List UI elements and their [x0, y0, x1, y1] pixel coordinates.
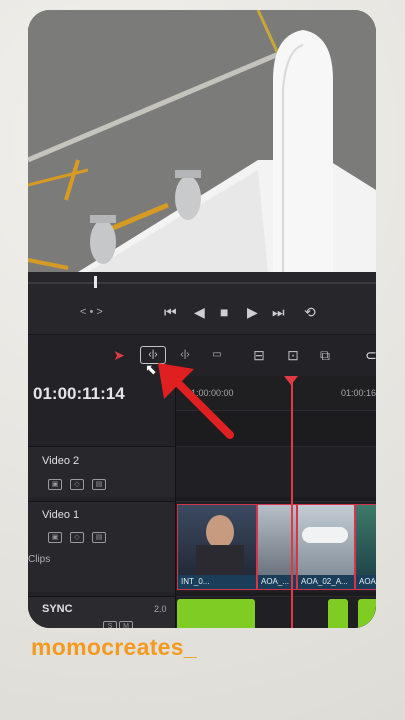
playhead-line[interactable]	[291, 376, 293, 628]
video-clip[interactable]: AOA_02_A...	[297, 504, 355, 590]
track-name: SYNC	[42, 603, 73, 615]
stop-icon[interactable]: ■	[220, 304, 228, 320]
auto-select-icon[interactable]: ◇	[70, 479, 84, 490]
audio-clip[interactable]	[328, 599, 348, 628]
airplane-preview-image	[28, 10, 376, 272]
film-icon[interactable]: ▤	[92, 479, 106, 490]
insert-clip-icon[interactable]: ⊟	[248, 345, 270, 365]
track-subtitle: Clips	[28, 554, 51, 565]
audio-clip[interactable]	[177, 599, 255, 628]
lock-icon[interactable]: ▣	[48, 532, 62, 543]
auto-select-icon[interactable]: ◇	[70, 532, 84, 543]
track-header-video2[interactable]: Video 2 ▣ ◇ ▤	[28, 446, 175, 497]
audio-level: 2.0	[154, 604, 167, 614]
video-clip[interactable]: INT_0...	[177, 504, 257, 590]
overwrite-clip-icon[interactable]: ⊡	[282, 345, 304, 365]
play-reverse-icon[interactable]: ◀	[194, 304, 205, 320]
mute-button[interactable]: M	[119, 621, 133, 628]
video-preview	[28, 10, 376, 272]
skip-forward-icon[interactable]: ⏭	[272, 304, 285, 320]
select-tool-icon[interactable]: ➤	[108, 345, 130, 365]
track-name: Video 1	[42, 509, 80, 521]
lane-video2[interactable]	[176, 446, 376, 497]
jog-control[interactable]: < • >	[80, 304, 103, 320]
timecode-display: 01:00:11:14	[33, 384, 125, 403]
ruler-next-label: 01:00:16	[341, 388, 376, 398]
video-clip[interactable]: AOA	[355, 504, 376, 590]
audio-clip[interactable]	[358, 599, 376, 628]
editor-frame: < • > ⏮ ◀ ■ ▶ ⏭ ⟲ ➤ ‹|› ‹|› ▭ ⊟ ⊡ ⧉ ⊂ ⬉ …	[28, 10, 376, 628]
scrubber-handle[interactable]	[94, 276, 97, 288]
track-name: Video 2	[42, 455, 80, 467]
lane-audio[interactable]	[176, 596, 376, 628]
lock-icon[interactable]: ▣	[48, 479, 62, 490]
track-header-video1[interactable]: Video 1 ▣ ◇ ▤ Clips	[28, 501, 175, 592]
loop-icon[interactable]: ⟲	[304, 304, 316, 320]
clip-label: AOA_02_A...	[298, 575, 354, 589]
scrubber-track[interactable]	[28, 282, 376, 284]
solo-button[interactable]: S	[103, 621, 117, 628]
transport-bar: < • > ⏮ ◀ ■ ▶ ⏭ ⟲	[28, 272, 376, 334]
skip-back-icon[interactable]: ⏮	[164, 304, 177, 320]
person-thumbnail	[206, 515, 234, 549]
track-header-audio[interactable]: SYNC 2.0 S M	[28, 596, 175, 628]
link-icon[interactable]: ⊂	[360, 345, 376, 365]
red-arrow-annotation	[158, 363, 234, 439]
clip-label: INT_0...	[178, 575, 256, 589]
film-icon[interactable]: ▤	[92, 532, 106, 543]
play-icon[interactable]: ▶	[247, 304, 258, 320]
replace-clip-icon[interactable]: ⧉	[314, 345, 336, 365]
brand-handle: momocreates_	[31, 634, 197, 660]
clip-label: AOA	[356, 575, 376, 589]
lane-video1[interactable]: INT_0... AOA_... AOA_02_A... AOA	[176, 501, 376, 592]
